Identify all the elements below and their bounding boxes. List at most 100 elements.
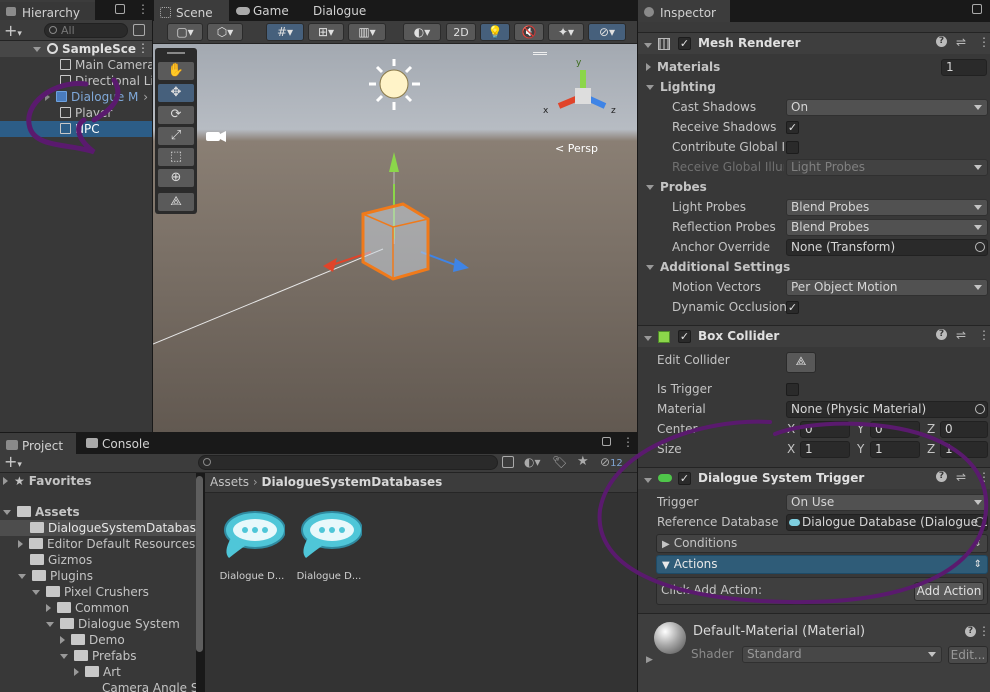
filter-by-type-icon[interactable]: ◐▾ [524,455,541,469]
tree-item[interactable]: Gizmos [30,552,92,568]
scene-menu-icon[interactable]: ⋮ [137,41,149,55]
dynamic-occlusion-checkbox[interactable]: ✓ [786,301,799,314]
shader-dropdown[interactable]: Standard [742,646,942,663]
help-icon[interactable]: ? [936,36,947,47]
perspective-label[interactable]: < Persp [555,142,598,155]
move-tool-button[interactable]: ✥ [158,84,194,102]
audio-toggle[interactable]: 🔇 [514,23,544,41]
anchor-override-field[interactable]: None (Transform) [786,239,988,256]
materials-foldout[interactable]: Materials [646,59,720,76]
folder-icon [29,538,43,549]
favorites-row[interactable]: ★ Favorites [3,473,91,489]
tab-console[interactable]: Console [80,433,160,455]
breadcrumb: Assets › DialogueSystemDatabases [205,473,637,493]
tab-game[interactable]: Game [231,0,301,22]
breadcrumb-current[interactable]: DialogueSystemDatabases [262,475,443,489]
material-foldout[interactable]: ▶ [646,655,653,665]
render-mode-dropdown[interactable]: ⬡▾ [207,23,243,41]
tree-item-selected[interactable]: DialogueSystemDatabase [0,520,196,536]
create-button[interactable]: +▾ [4,452,22,471]
tree-item[interactable]: Common [46,600,129,616]
asset-item[interactable]: Dialogue D... [294,510,364,585]
create-button[interactable]: +▾ [4,21,22,40]
effects-dropdown[interactable]: ✦▾ [548,23,584,41]
hidden-objects-toggle[interactable]: ⊘▾ [588,23,626,41]
lighting-foldout[interactable]: Lighting [646,79,716,96]
tree-item[interactable]: Pixel Crushers [32,584,149,600]
project-search-input[interactable] [198,455,498,470]
additional-settings-foldout[interactable]: Additional Settings [646,259,790,276]
tree-item[interactable]: Art [74,664,121,680]
search-by-type-icon[interactable] [502,456,514,468]
is-trigger-checkbox[interactable] [786,383,799,396]
tree-item[interactable]: Camera Angle S [102,680,196,692]
grid-snap-toggle[interactable]: #▾ [266,23,304,41]
search-icon [49,26,57,34]
annotation-circle [597,419,989,605]
receive-shadows-checkbox[interactable]: ✓ [786,121,799,134]
materials-size-field[interactable]: 1 [941,59,987,76]
assets-row[interactable]: Assets [3,504,80,520]
box-collider-header[interactable]: ✓ Box Collider ? ⇌ ⋮ [638,325,990,347]
presets-icon[interactable]: ⇌ [956,328,966,342]
tree-item[interactable]: Editor Default Resources [18,536,195,552]
tab-hierarchy[interactable]: Hierarchy [0,0,95,22]
scene-toolbar: ▢▾ ⬡▾ #▾ ⊞▾ ▥▾ ◐▾ 2D 💡 🔇 ✦▾ ⊘▾ [153,21,637,44]
hand-tool-button[interactable]: ✋ [158,62,194,80]
tab-dialogue[interactable]: Dialogue [303,0,383,22]
light-probes-dropdown[interactable]: Blend Probes [786,199,988,216]
asset-item[interactable]: Dialogue D... [217,510,287,585]
contribute-gi-checkbox[interactable] [786,141,799,154]
edit-collider-button[interactable]: ⟁ [786,352,816,373]
rect-tool-button[interactable]: ⬚ [158,148,194,166]
scene-viewport[interactable]: y x z < Persp [153,44,637,432]
more-menu-icon[interactable]: ⋮ [978,328,990,342]
edit-shader-button[interactable]: Edit... [948,646,988,664]
help-icon[interactable]: ? [965,626,976,637]
increment-snap-toggle[interactable]: ⊞▾ [308,23,344,41]
transform-tool-button[interactable]: ⊕ [158,169,194,187]
motion-vectors-label: Motion Vectors [672,280,761,294]
folder-icon [60,618,74,629]
motion-vectors-dropdown[interactable]: Per Object Motion [786,279,988,296]
reflection-probes-dropdown[interactable]: Blend Probes [786,219,988,236]
tree-scrollbar[interactable] [196,476,203,652]
rotate-tool-button[interactable]: ⟳ [158,106,194,124]
box-collider-icon [658,331,670,343]
orientation-gizmo[interactable]: y x z [543,58,616,124]
tree-item[interactable]: Dialogue System [46,616,180,632]
scene-root-row[interactable]: SampleSce [0,41,152,57]
more-menu-icon[interactable]: ⋮ [978,624,990,638]
presets-icon[interactable]: ⇌ [956,35,966,49]
tree-item[interactable]: Prefabs [60,648,137,664]
mode-2d-toggle[interactable]: 2D [446,23,476,41]
cast-shadows-dropdown[interactable]: On [786,99,988,116]
scale-tool-button[interactable]: ⤢ [158,127,194,145]
custom-tool-button[interactable]: ⟁ [158,193,194,211]
probes-foldout[interactable]: Probes [646,179,707,196]
lock-icon[interactable] [115,4,125,14]
label-filter-icon[interactable]: 🏷 [552,455,567,469]
tree-item[interactable]: Plugins [18,568,93,584]
box-collider-enabled-checkbox[interactable]: ✓ [678,330,691,343]
favorite-icon[interactable]: ★ [577,454,589,469]
object-picker-icon[interactable] [975,242,985,252]
more-menu-icon[interactable]: ⋮ [137,2,149,16]
more-menu-icon[interactable]: ⋮ [978,35,990,49]
tab-inspector[interactable]: Inspector [638,0,730,22]
search-by-type-icon[interactable] [133,24,145,36]
lock-icon[interactable] [972,4,982,14]
mesh-renderer-enabled-checkbox[interactable]: ✓ [678,37,691,50]
ruler-toggle[interactable]: ▥▾ [348,23,386,41]
draw-mode-dropdown[interactable]: ▢▾ [167,23,203,41]
scene-options-icon[interactable] [533,52,547,55]
shading-mode-dropdown[interactable]: ◐▾ [403,23,441,41]
tree-item[interactable]: Demo [60,632,125,648]
help-icon[interactable]: ? [936,329,947,340]
breadcrumb-assets[interactable]: Assets [210,475,249,489]
lighting-toggle[interactable]: 💡 [480,23,510,41]
mesh-renderer-header[interactable]: ✓ Mesh Renderer ? ⇌ ⋮ [638,32,990,54]
tab-scene[interactable]: Scene [154,0,229,22]
folder-icon [46,586,60,597]
mesh-renderer-icon [658,38,670,50]
